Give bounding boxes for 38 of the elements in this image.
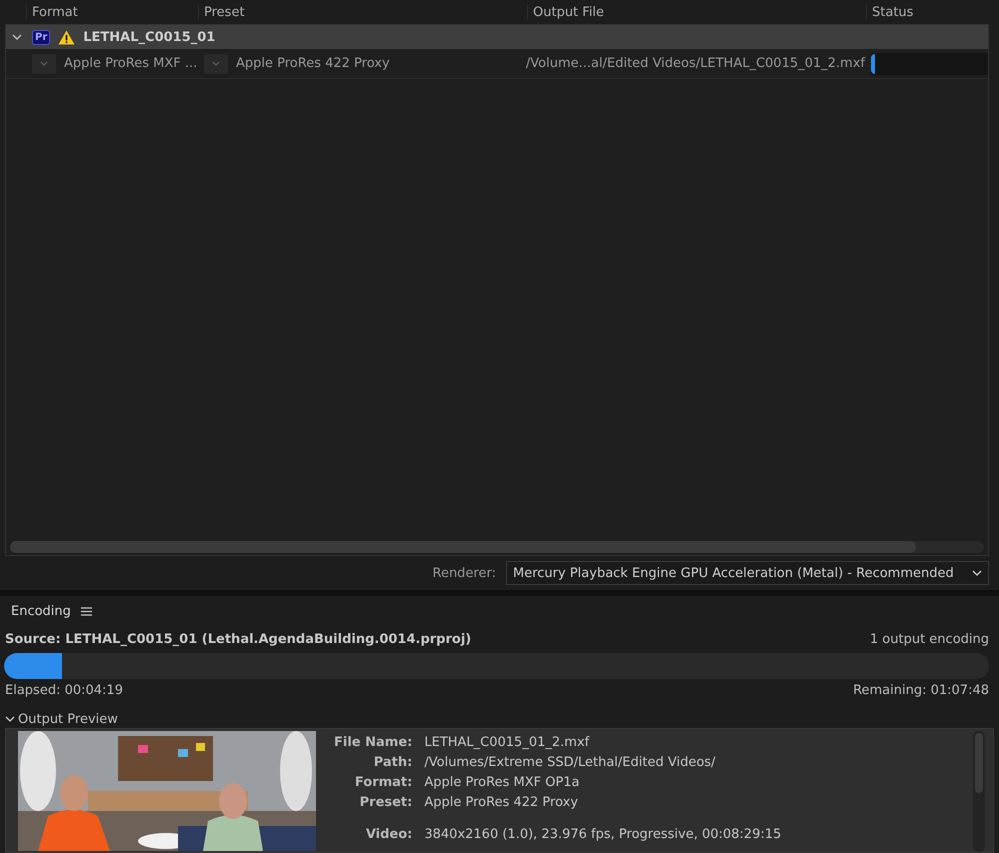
- format-dropdown[interactable]: [32, 54, 56, 74]
- expand-chevron-icon[interactable]: [10, 34, 24, 40]
- format-text[interactable]: Apple ProRes MXF ...: [64, 56, 198, 71]
- output-file-path[interactable]: /Volume...al/Edited Videos/LETHAL_C0015_01_2.mxf: [526, 56, 865, 71]
- detail-label: Path:: [372, 755, 412, 770]
- detail-value: 3840x2160 (1.0), 23.976 fps, Progressive, 00:08:29:15: [424, 827, 782, 842]
- remaining-time: Remaining: 01:07:48: [853, 683, 989, 698]
- detail-label: Format:: [354, 775, 412, 790]
- preset-text[interactable]: Apple ProRes 422 Proxy: [236, 56, 390, 71]
- detail-label: Video:: [364, 827, 412, 842]
- menu-icon[interactable]: [80, 606, 92, 616]
- column-header[interactable]: Preset: [198, 4, 527, 20]
- source-text: Source: LETHAL_C0015_01 (Lethal.AgendaBuilding.0014.prproj): [5, 632, 472, 647]
- vertical-scrollbar[interactable]: [973, 731, 985, 852]
- renderer-label: Renderer:: [432, 566, 496, 580]
- chevron-icon: [212, 61, 220, 66]
- elapsed-time: Elapsed: 00:04:19: [5, 683, 123, 698]
- column-header[interactable]: Format: [26, 4, 198, 20]
- detail-value: /Volumes/Extreme SSD/Lethal/Edited Videos/: [424, 755, 716, 770]
- preset-dropdown[interactable]: [204, 54, 228, 74]
- detail-value: Apple ProRes MXF OP1a: [424, 775, 581, 790]
- collapse-chevron-icon[interactable]: [5, 716, 15, 722]
- detail-label: File Name:: [334, 735, 412, 750]
- section-title[interactable]: Output Preview: [18, 712, 118, 726]
- panel-title: Encoding: [11, 604, 71, 618]
- chevron-icon: [972, 570, 982, 576]
- detail-value: Apple ProRes 422 Proxy: [424, 795, 580, 810]
- column-header[interactable]: Output File: [527, 4, 866, 20]
- detail-value: LETHAL_C0015_01_2.mxf: [424, 735, 590, 750]
- app-badge: Pr: [32, 30, 50, 44]
- queue-group-row[interactable]: Pr LETHAL_C0015_01: [6, 25, 988, 49]
- horizontal-scrollbar[interactable]: [10, 541, 984, 553]
- detail-label: Preset:: [358, 795, 412, 810]
- renderer-dropdown[interactable]: Mercury Playback Engine GPU Acceleration (Metal) - Recommended: [506, 561, 989, 585]
- source-name: LETHAL_C0015_01: [83, 30, 216, 44]
- column-header[interactable]: Status: [866, 4, 999, 20]
- chevron-icon: [40, 61, 48, 66]
- output-count: 1 output encoding: [870, 632, 989, 647]
